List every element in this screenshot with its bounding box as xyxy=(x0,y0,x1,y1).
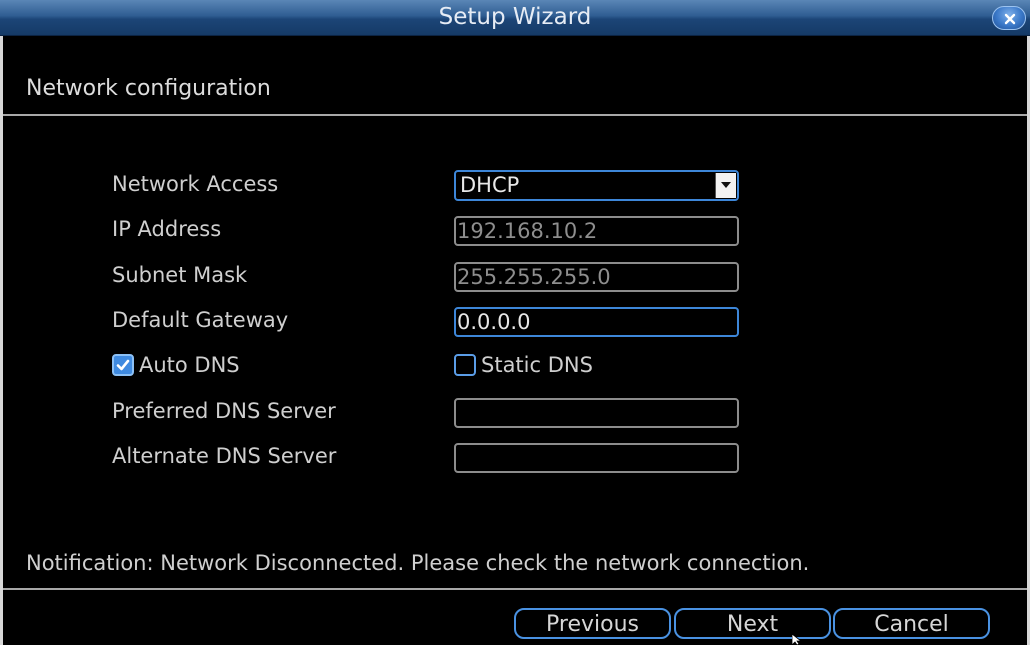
network-access-select[interactable]: DHCP xyxy=(454,170,739,201)
auto-dns-option[interactable]: Auto DNS xyxy=(112,351,240,379)
dropdown-arrow[interactable] xyxy=(715,173,736,198)
next-button[interactable]: Next xyxy=(674,608,831,639)
network-access-value: DHCP xyxy=(460,173,520,197)
alternate-dns-field[interactable] xyxy=(454,443,739,473)
default-gateway-label: Default Gateway xyxy=(112,308,289,332)
divider-top xyxy=(3,114,1027,116)
checkmark-icon xyxy=(116,359,130,371)
static-dns-option[interactable]: Static DNS xyxy=(454,351,593,379)
section-title: Network configuration xyxy=(26,76,271,101)
static-dns-checkbox[interactable] xyxy=(454,354,476,376)
close-button[interactable] xyxy=(992,6,1026,30)
auto-dns-checkbox[interactable] xyxy=(112,354,134,376)
auto-dns-label: Auto DNS xyxy=(139,353,240,377)
alternate-dns-label: Alternate DNS Server xyxy=(112,444,337,468)
mouse-pointer-icon xyxy=(792,634,803,645)
window-title: Setup Wizard xyxy=(438,4,592,30)
close-icon xyxy=(1004,13,1016,25)
network-access-label: Network Access xyxy=(112,172,279,196)
frame-border-left xyxy=(0,36,3,645)
subnet-mask-field[interactable]: 255.255.255.0 xyxy=(454,262,739,292)
notification-text: Notification: Network Disconnected. Plea… xyxy=(26,551,810,575)
preferred-dns-field[interactable] xyxy=(454,398,739,428)
preferred-dns-label: Preferred DNS Server xyxy=(112,399,336,423)
static-dns-label: Static DNS xyxy=(481,353,593,377)
divider-bottom xyxy=(3,588,1027,590)
ip-address-label: IP Address xyxy=(112,217,222,241)
previous-button[interactable]: Previous xyxy=(514,608,671,639)
cancel-button[interactable]: Cancel xyxy=(833,608,990,639)
chevron-down-icon xyxy=(721,182,731,188)
subnet-mask-label: Subnet Mask xyxy=(112,263,248,287)
ip-address-field[interactable]: 192.168.10.2 xyxy=(454,216,739,246)
default-gateway-field[interactable]: 0.0.0.0 xyxy=(454,307,739,337)
title-bar: Setup Wizard xyxy=(0,0,1030,36)
